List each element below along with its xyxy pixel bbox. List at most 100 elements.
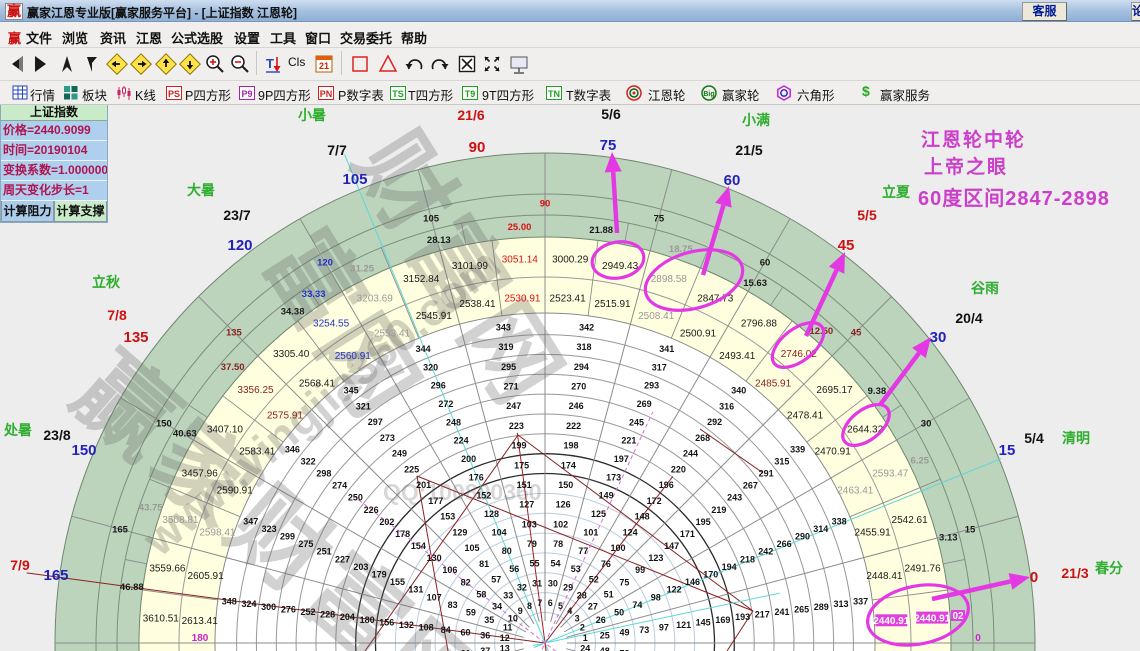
svg-text:31.25: 31.25 [350, 264, 374, 275]
svg-text:179: 179 [372, 570, 387, 580]
svg-text:337: 337 [853, 597, 868, 607]
svg-text:52: 52 [589, 575, 599, 585]
svg-text:2463.41: 2463.41 [837, 486, 874, 497]
svg-text:清明: 清明 [1062, 430, 1090, 446]
svg-text:289: 289 [814, 602, 829, 612]
svg-text:2500.91: 2500.91 [680, 328, 717, 339]
svg-text:2613.41: 2613.41 [182, 616, 219, 627]
svg-text:300: 300 [261, 602, 276, 612]
svg-text:146: 146 [685, 577, 700, 587]
svg-text:2440.91: 2440.91 [914, 613, 951, 624]
svg-text:90: 90 [540, 198, 551, 209]
svg-text:51: 51 [604, 589, 614, 599]
svg-text:83: 83 [448, 600, 458, 610]
svg-text:270: 270 [571, 382, 586, 392]
svg-text:219: 219 [711, 505, 726, 515]
svg-text:5/6: 5/6 [601, 106, 621, 122]
svg-text:75: 75 [619, 577, 629, 587]
svg-text:45: 45 [851, 327, 862, 338]
svg-text:342: 342 [579, 323, 594, 333]
svg-text:295: 295 [501, 362, 516, 372]
svg-text:129: 129 [452, 527, 467, 537]
svg-text:318: 318 [576, 342, 591, 352]
svg-text:上帝之眼: 上帝之眼 [924, 155, 1008, 178]
svg-text:15: 15 [999, 442, 1016, 459]
svg-text:Big: Big [703, 91, 714, 98]
svg-text:2593.47: 2593.47 [872, 468, 909, 479]
svg-text:13: 13 [500, 644, 510, 651]
svg-text:P9: P9 [241, 89, 252, 99]
svg-text:152: 152 [476, 491, 491, 501]
svg-text:2491.76: 2491.76 [905, 564, 942, 575]
svg-text:201: 201 [416, 480, 431, 490]
svg-text:123: 123 [648, 553, 663, 563]
svg-text:242: 242 [758, 547, 773, 557]
svg-text:226: 226 [364, 505, 379, 515]
svg-text:TN: TN [548, 89, 560, 99]
svg-text:103: 103 [522, 519, 537, 529]
svg-text:48: 48 [600, 646, 610, 651]
svg-text:小满: 小满 [742, 112, 770, 128]
svg-text:339: 339 [790, 444, 805, 454]
svg-text:2605.91: 2605.91 [188, 571, 225, 582]
svg-text:151: 151 [517, 480, 532, 490]
svg-text:7/7: 7/7 [327, 142, 347, 158]
svg-text:49: 49 [619, 628, 629, 638]
svg-text:294: 294 [574, 362, 589, 372]
svg-text:2493.41: 2493.41 [719, 351, 756, 362]
svg-text:223: 223 [509, 421, 524, 431]
svg-text:204: 204 [340, 612, 355, 622]
svg-text:3254.55: 3254.55 [313, 319, 350, 330]
svg-text:28.13: 28.13 [427, 235, 451, 246]
svg-text:320: 320 [423, 362, 438, 372]
svg-text:322: 322 [301, 457, 316, 467]
svg-text:120: 120 [227, 237, 252, 254]
svg-text:2485.91: 2485.91 [755, 379, 792, 390]
svg-text:6.25: 6.25 [911, 456, 930, 467]
svg-text:T9: T9 [465, 89, 476, 99]
svg-text:130: 130 [427, 553, 442, 563]
svg-text:176: 176 [469, 472, 484, 482]
svg-text:194: 194 [722, 562, 737, 572]
svg-text:81: 81 [479, 559, 489, 569]
svg-text:197: 197 [614, 454, 629, 464]
svg-text:248: 248 [446, 417, 461, 427]
svg-text:36: 36 [480, 630, 490, 640]
svg-text:221: 221 [621, 436, 636, 446]
svg-text:3610.51: 3610.51 [143, 613, 180, 624]
svg-text:200: 200 [461, 454, 476, 464]
svg-text:0: 0 [1030, 569, 1038, 586]
svg-text:1: 1 [583, 633, 588, 643]
svg-text:150: 150 [71, 442, 96, 459]
svg-text:3152.84: 3152.84 [403, 274, 440, 285]
svg-text:江恩轮中轮: 江恩轮中轮 [921, 128, 1026, 151]
svg-text:291: 291 [759, 469, 774, 479]
svg-text:21/3: 21/3 [1061, 565, 1088, 581]
svg-text:132: 132 [399, 620, 414, 630]
svg-text:2583.41: 2583.41 [239, 446, 276, 457]
svg-text:180: 180 [192, 633, 209, 644]
svg-text:156: 156 [379, 617, 394, 627]
svg-text:3305.40: 3305.40 [273, 349, 310, 360]
svg-text:9: 9 [518, 606, 523, 616]
svg-text:266: 266 [777, 539, 792, 549]
svg-text:PS: PS [168, 89, 180, 99]
svg-text:3203.69: 3203.69 [357, 293, 394, 304]
svg-text:60: 60 [460, 628, 470, 638]
svg-text:58: 58 [476, 589, 486, 599]
svg-text:处暑: 处暑 [3, 422, 32, 438]
svg-text:5: 5 [558, 601, 563, 611]
svg-text:2560.91: 2560.91 [335, 351, 372, 362]
svg-text:21/5: 21/5 [735, 142, 762, 158]
svg-text:105: 105 [423, 213, 440, 224]
svg-text:106: 106 [442, 565, 457, 575]
svg-text:276: 276 [281, 604, 296, 614]
svg-text:313: 313 [833, 599, 848, 609]
svg-text:2470.91: 2470.91 [815, 446, 852, 457]
svg-text:立秋: 立秋 [92, 274, 121, 290]
svg-text:2448.41: 2448.41 [866, 571, 903, 582]
svg-text:29: 29 [563, 582, 573, 592]
svg-text:大暑: 大暑 [187, 182, 215, 198]
svg-text:175: 175 [514, 460, 529, 470]
svg-text:46.88: 46.88 [120, 582, 144, 593]
